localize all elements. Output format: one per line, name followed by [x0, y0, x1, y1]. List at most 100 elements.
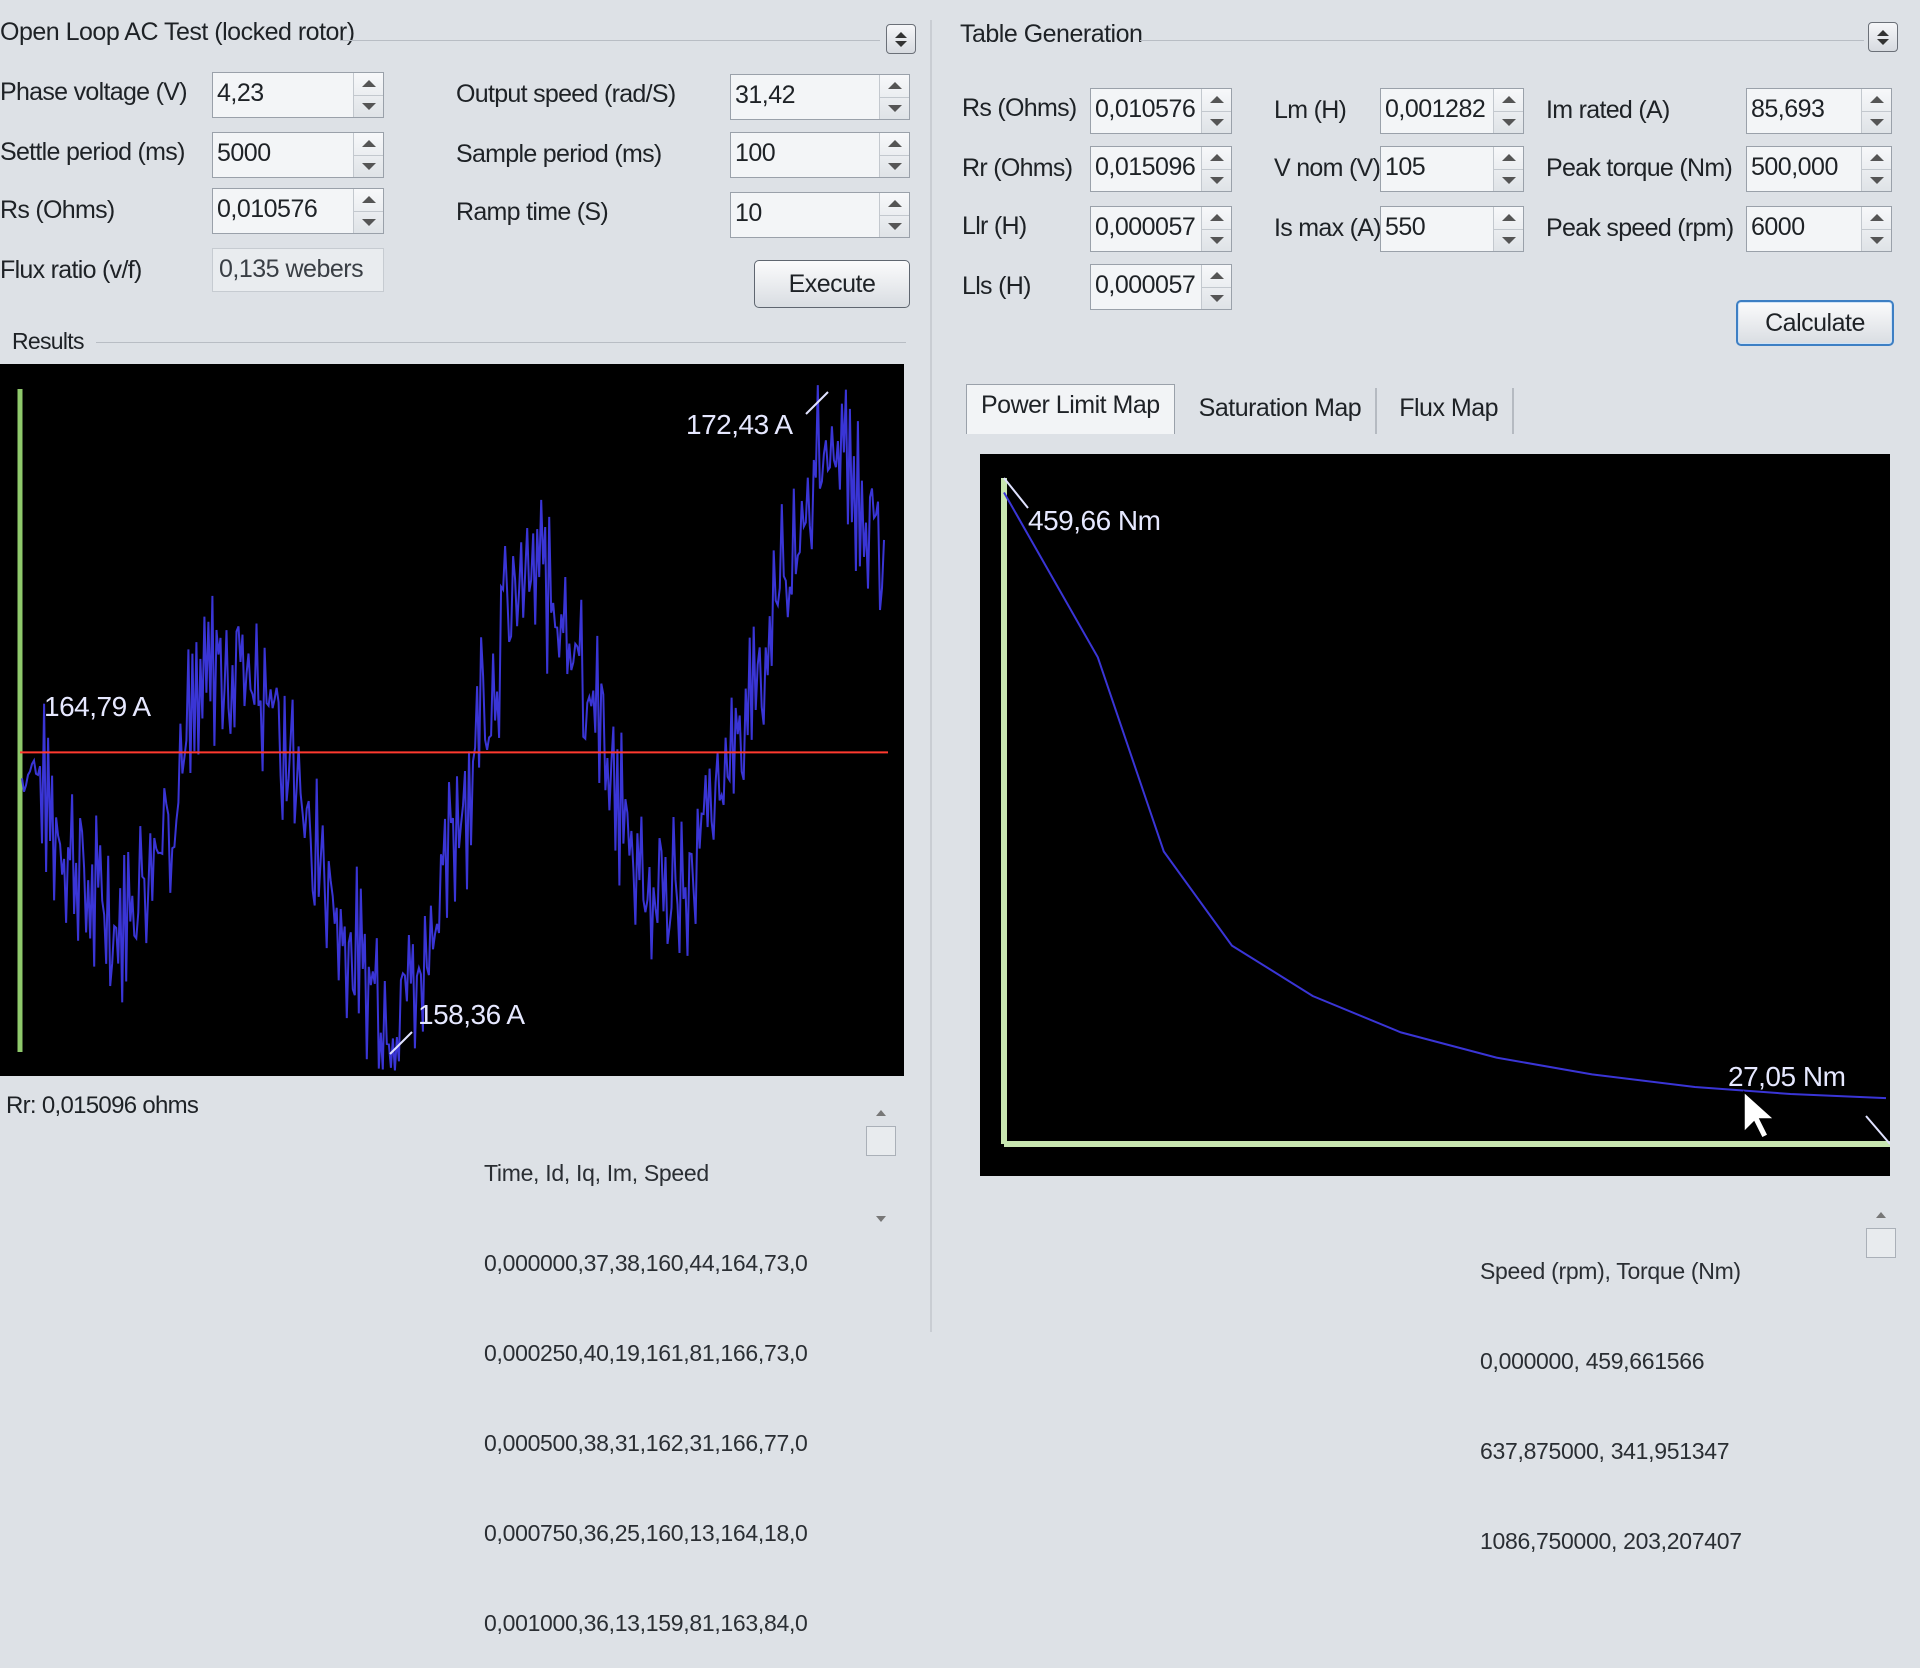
- flux-ratio-label: Flux ratio (v/f): [0, 256, 142, 284]
- right-data-list[interactable]: Speed (rpm), Torque (Nm) 0,000000, 459,6…: [1480, 1196, 1742, 1586]
- spin-down-icon[interactable]: [354, 210, 383, 234]
- spin-up-icon[interactable]: [1494, 147, 1523, 169]
- spin-up-icon[interactable]: [880, 133, 909, 155]
- settle-period-label: Settle period (ms): [0, 138, 185, 166]
- spin-up-icon[interactable]: [880, 193, 909, 215]
- spin-down-icon[interactable]: [880, 214, 909, 238]
- ramp-time-label: Ramp time (S): [456, 198, 609, 226]
- list-item[interactable]: 0,000500,38,31,162,31,166,77,0: [484, 1428, 808, 1458]
- torque-series: [1003, 492, 1887, 1100]
- spin-down-icon[interactable]: [1202, 286, 1231, 310]
- is-max-label: Is max (A): [1274, 214, 1382, 242]
- spin-up-icon[interactable]: [1202, 207, 1231, 229]
- scroll-thumb[interactable]: [866, 1126, 896, 1156]
- left-panel-title: Open Loop AC Test (locked rotor): [0, 18, 355, 46]
- spin-down-icon[interactable]: [354, 94, 383, 118]
- lls-value[interactable]: 0,000057: [1091, 265, 1201, 309]
- spin-up-icon[interactable]: [1494, 89, 1523, 111]
- scroll-up-icon[interactable]: [876, 1110, 886, 1116]
- sample-period-value[interactable]: 100: [731, 133, 879, 177]
- rs-input[interactable]: 0,010576: [1090, 88, 1232, 134]
- im-rated-value[interactable]: 85,693: [1747, 89, 1861, 133]
- rr-input[interactable]: 0,015096: [1090, 146, 1232, 192]
- lm-value[interactable]: 0,001282: [1381, 89, 1493, 133]
- left-data-list[interactable]: Time, Id, Iq, Im, Speed 0,000000,37,38,1…: [484, 1098, 808, 1668]
- spin-up-icon[interactable]: [880, 75, 909, 97]
- spin-up-icon[interactable]: [1862, 89, 1891, 111]
- rr-value[interactable]: 0,015096: [1091, 147, 1201, 191]
- right-collapse-icon[interactable]: [1868, 22, 1898, 52]
- scroll-up-icon[interactable]: [1876, 1212, 1886, 1218]
- left-data-scrollbar[interactable]: [866, 1104, 896, 1228]
- spin-down-icon[interactable]: [1494, 110, 1523, 134]
- list-item[interactable]: 0,000250,40,19,161,81,166,73,0: [484, 1338, 808, 1368]
- rr-result: Rr: 0,015096 ohms: [6, 1092, 199, 1119]
- spin-down-icon[interactable]: [1202, 228, 1231, 252]
- rs-label: Rs (Ohms): [962, 94, 1077, 122]
- spin-down-icon[interactable]: [1202, 110, 1231, 134]
- scroll-down-icon[interactable]: [876, 1216, 886, 1222]
- start-marker: [1003, 477, 1029, 509]
- is-max-value[interactable]: 550: [1381, 207, 1493, 251]
- lls-input[interactable]: 0,000057: [1090, 264, 1232, 310]
- ramp-time-input[interactable]: 10: [730, 192, 910, 238]
- llr-input[interactable]: 0,000057: [1090, 206, 1232, 252]
- spin-up-icon[interactable]: [354, 189, 383, 211]
- peak-torque-value[interactable]: 500,000: [1747, 147, 1861, 191]
- v-nom-input[interactable]: 105: [1380, 146, 1524, 192]
- spin-down-icon[interactable]: [1862, 228, 1891, 252]
- spin-down-icon[interactable]: [880, 96, 909, 120]
- list-item[interactable]: 0,000000,37,38,160,44,164,73,0: [484, 1248, 808, 1278]
- rs-value[interactable]: 0,010576: [213, 189, 353, 233]
- peak-torque-input[interactable]: 500,000: [1746, 146, 1892, 192]
- list-item[interactable]: 637,875000, 341,951347: [1480, 1436, 1742, 1466]
- spin-up-icon[interactable]: [1862, 147, 1891, 169]
- v-nom-value[interactable]: 105: [1381, 147, 1493, 191]
- spin-up-icon[interactable]: [1494, 207, 1523, 229]
- tab-flux-map[interactable]: Flux Map: [1385, 388, 1515, 434]
- current-chart-svg: 164,79 A 172,43 A 158,36 A: [17, 385, 888, 1071]
- spin-up-icon[interactable]: [1202, 89, 1231, 111]
- output-speed-input[interactable]: 31,42: [730, 74, 910, 120]
- im-rated-input[interactable]: 85,693: [1746, 88, 1892, 134]
- spin-up-icon[interactable]: [1202, 265, 1231, 287]
- spin-down-icon[interactable]: [1862, 110, 1891, 134]
- right-data-scrollbar[interactable]: [1866, 1206, 1896, 1268]
- spin-down-icon[interactable]: [1494, 228, 1523, 252]
- ramp-time-value[interactable]: 10: [731, 193, 879, 237]
- calculate-button[interactable]: Calculate: [1736, 300, 1894, 346]
- phase-voltage-value[interactable]: 4,23: [213, 73, 353, 117]
- is-max-input[interactable]: 550: [1380, 206, 1524, 252]
- scroll-thumb[interactable]: [1866, 1228, 1896, 1258]
- start-current-label: 164,79 A: [44, 691, 151, 722]
- spin-down-icon[interactable]: [1862, 168, 1891, 192]
- spin-up-icon[interactable]: [354, 73, 383, 95]
- spin-down-icon[interactable]: [1494, 168, 1523, 192]
- left-collapse-icon[interactable]: [886, 24, 916, 54]
- settle-period-value[interactable]: 5000: [213, 133, 353, 177]
- execute-button[interactable]: Execute: [754, 260, 910, 308]
- rs-value[interactable]: 0,010576: [1091, 89, 1201, 133]
- rs-input[interactable]: 0,010576: [212, 188, 384, 234]
- llr-value[interactable]: 0,000057: [1091, 207, 1201, 251]
- list-item[interactable]: 1086,750000, 203,207407: [1480, 1526, 1742, 1556]
- output-speed-value[interactable]: 31,42: [731, 75, 879, 119]
- tab-power-limit-map[interactable]: Power Limit Map: [966, 384, 1175, 434]
- spin-up-icon[interactable]: [1202, 147, 1231, 169]
- spin-down-icon[interactable]: [1202, 168, 1231, 192]
- settle-period-input[interactable]: 5000: [212, 132, 384, 178]
- tab-saturation-map[interactable]: Saturation Map: [1185, 388, 1378, 434]
- peak-speed-input[interactable]: 6000: [1746, 206, 1892, 252]
- phase-voltage-input[interactable]: 4,23: [212, 72, 384, 118]
- phase-voltage-label: Phase voltage (V): [0, 78, 188, 106]
- list-item[interactable]: 0,000000, 459,661566: [1480, 1346, 1742, 1376]
- lm-input[interactable]: 0,001282: [1380, 88, 1524, 134]
- spin-up-icon[interactable]: [354, 133, 383, 155]
- spin-down-icon[interactable]: [354, 154, 383, 178]
- list-item[interactable]: 0,000750,36,25,160,13,164,18,0: [484, 1518, 808, 1548]
- sample-period-input[interactable]: 100: [730, 132, 910, 178]
- spin-up-icon[interactable]: [1862, 207, 1891, 229]
- spin-down-icon[interactable]: [880, 154, 909, 178]
- list-item[interactable]: 0,001000,36,13,159,81,163,84,0: [484, 1608, 808, 1638]
- peak-speed-value[interactable]: 6000: [1747, 207, 1861, 251]
